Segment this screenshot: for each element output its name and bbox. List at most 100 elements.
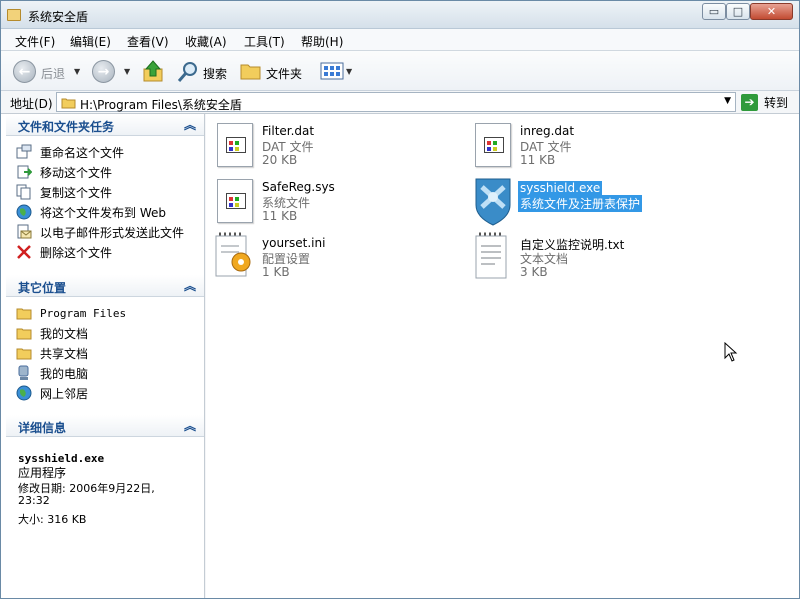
globe-icon [16,204,32,220]
ini-config-icon [215,232,251,277]
file-item-selected[interactable]: sysshield.exe 系统文件及注册表保护 [471,177,711,229]
arrow-left-icon: ← [18,63,31,80]
copy-icon [16,184,31,200]
place-label: 我的文档 [40,326,89,341]
place-my-documents[interactable]: 我的文档 [16,324,88,342]
rename-icon [16,144,32,159]
collapse-icon[interactable]: ︽ [184,417,196,434]
maximize-icon: □ [732,5,744,18]
maximize-button[interactable]: □ [726,3,750,20]
folder-icon [16,308,32,320]
sys-file-icon [213,176,257,226]
details-kind: 应用程序 [18,466,67,480]
folder-icon [7,9,21,21]
menu-favorites[interactable]: 收藏(A) [185,33,227,50]
folder-icon [16,328,32,340]
file-item[interactable]: 自定义监控说明.txt 文本文档 3 KB [471,232,711,284]
task-label: 重命名这个文件 [40,145,125,160]
folders-icon[interactable] [240,61,262,81]
file-name: yourset.ini [262,236,326,250]
close-icon: ✕ [766,5,777,18]
explorer-window: 系统安全盾 ▭ □ ✕ 文件(F) 编辑(E) 查看(V) 收藏(A) 工具(T… [0,0,800,599]
mouse-cursor-icon [724,342,738,362]
place-my-computer[interactable]: 我的电脑 [16,364,88,382]
file-type: 系统文件及注册表保护 [518,195,643,212]
close-button[interactable]: ✕ [750,3,793,20]
address-bar: 地址(D) H:\Program Files\系统安全盾 ▼ ➔ 转到 [1,91,799,114]
computer-icon [18,365,29,380]
search-icon[interactable] [177,61,199,83]
title-bar[interactable]: 系统安全盾 ▭ □ ✕ [1,1,799,29]
task-label: 以电子邮件形式发送此文件 [40,225,185,240]
task-publish-web[interactable]: 将这个文件发布到 Web [16,203,166,221]
panel-title: 文件和文件夹任务 [18,120,115,134]
menu-bar: 文件(F) 编辑(E) 查看(V) 收藏(A) 工具(T) 帮助(H) [1,29,799,73]
folders-button[interactable]: 文件夹 [266,65,302,82]
task-copy[interactable]: 复制这个文件 [16,183,112,201]
folder-icon [16,348,32,360]
collapse-icon[interactable]: ︽ [184,277,196,294]
dat-file-icon [471,120,515,170]
file-size: 11 KB [262,209,298,223]
file-item[interactable]: SafeReg.sys 系统文件 11 KB [213,176,453,228]
task-delete[interactable]: 删除这个文件 [16,243,112,261]
task-label: 删除这个文件 [40,245,113,260]
views-icon[interactable] [320,62,344,80]
file-name: inreg.dat [520,124,575,138]
go-button[interactable]: ➔ 转到 [741,93,788,111]
search-button[interactable]: 搜索 [203,65,227,82]
file-item[interactable]: yourset.ini 配置设置 1 KB [213,232,453,284]
task-email[interactable]: 以电子邮件形式发送此文件 [16,223,184,241]
file-item[interactable]: inreg.dat DAT 文件 11 KB [471,120,711,172]
file-tasks-panel: 文件和文件夹任务 ︽ 重命名这个文件 移动这个文件 复制这个文件 将这个文件发布… [6,114,204,274]
collapse-icon[interactable]: ︽ [184,116,196,133]
details-modified-time: 23:32 [18,494,50,507]
task-label: 复制这个文件 [40,185,113,200]
place-label: 网上邻居 [40,386,89,401]
back-label: 后退 [41,67,66,81]
forward-dropdown-icon[interactable]: ▼ [124,67,130,76]
task-rename[interactable]: 重命名这个文件 [16,143,124,161]
up-folder-button[interactable] [142,59,164,83]
file-size: 20 KB [262,153,298,167]
go-label: 转到 [764,95,789,110]
file-size: 3 KB [520,265,548,279]
menu-help[interactable]: 帮助(H) [301,33,343,50]
panel-header[interactable]: 文件和文件夹任务 ︽ [6,114,204,136]
dat-file-icon [213,120,257,170]
task-label: 移动这个文件 [40,165,113,180]
place-program-files[interactable]: Program Files [16,304,126,322]
back-button[interactable]: ← [13,60,36,83]
task-move[interactable]: 移动这个文件 [16,163,112,181]
place-label: 共享文档 [40,346,89,361]
details-size: 大小: 316 KB [18,513,87,526]
views-dropdown-icon[interactable]: ▼ [346,67,352,76]
place-shared-documents[interactable]: 共享文档 [16,344,88,362]
text-document-icon [475,232,507,279]
task-pane: 文件和文件夹任务 ︽ 重命名这个文件 移动这个文件 复制这个文件 将这个文件发布… [1,114,205,598]
place-network[interactable]: 网上邻居 [16,384,88,402]
menu-tools[interactable]: 工具(T) [244,33,285,50]
menu-view[interactable]: 查看(V) [127,33,169,50]
go-arrow-icon: ➔ [741,93,758,111]
details-panel: 详细信息 ︽ sysshield.exe 应用程序 修改日期: 2006年9月2… [6,415,204,535]
menu-file[interactable]: 文件(F) [15,33,55,50]
panel-title: 其它位置 [18,281,67,295]
address-path: H:\Program Files\系统安全盾 [80,98,242,112]
other-places-panel: 其它位置 ︽ Program Files 我的文档 共享文档 我的电脑 网上邻居 [6,275,204,411]
address-dropdown-icon[interactable]: ▼ [724,96,731,106]
panel-header[interactable]: 其它位置 ︽ [6,275,204,297]
file-size: 1 KB [262,265,290,279]
move-icon [17,165,32,179]
address-input[interactable]: H:\Program Files\系统安全盾 ▼ [56,92,736,112]
file-item[interactable]: Filter.dat DAT 文件 20 KB [213,120,453,172]
address-label: 地址(D) [10,97,53,111]
network-globe-icon [16,385,32,401]
minimize-button[interactable]: ▭ [702,3,726,20]
place-label: Program Files [40,306,127,320]
minimize-icon: ▭ [708,5,720,18]
back-dropdown-icon[interactable]: ▼ [74,67,80,76]
forward-button[interactable]: → [92,60,115,83]
menu-edit[interactable]: 编辑(E) [70,33,111,50]
panel-header[interactable]: 详细信息 ︽ [6,415,204,437]
